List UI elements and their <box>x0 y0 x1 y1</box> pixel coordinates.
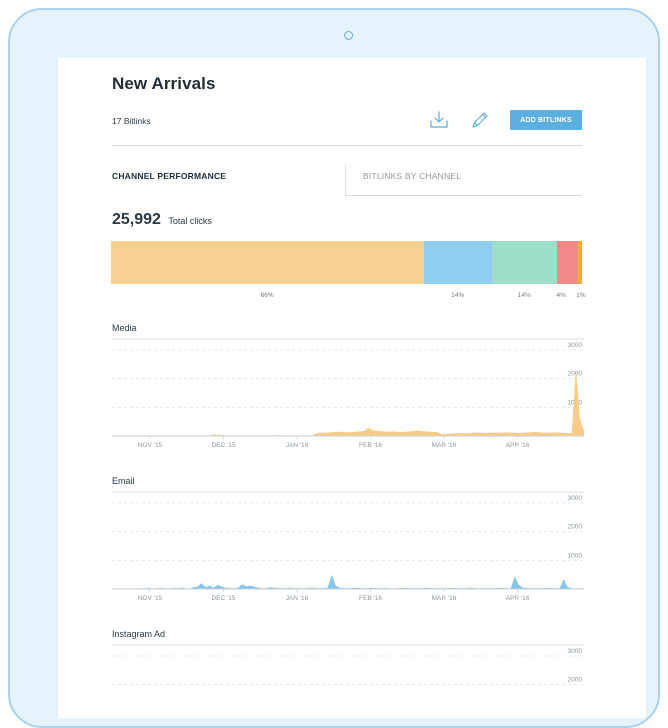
distribution-percent-label: 14% <box>517 292 531 299</box>
distribution-segment[interactable] <box>492 241 558 284</box>
y-tick-label: 2000 <box>568 371 583 378</box>
y-tick-label: 2000 <box>568 677 583 684</box>
distribution-segment[interactable] <box>557 241 578 284</box>
tab-channel-performance[interactable]: CHANNEL PERFORMANCE <box>112 171 226 181</box>
distribution-percent-label: 66% <box>260 292 274 299</box>
x-tick-label: JAN '16 <box>286 442 309 449</box>
total-clicks-value: 25,992 <box>112 211 161 228</box>
camera-icon <box>344 31 353 40</box>
distribution-percent-label: 14% <box>451 292 465 299</box>
download-icon <box>430 111 448 128</box>
media-chart: 100020003000NOV '15DEC '15JAN '16FEB '16… <box>112 338 584 449</box>
tab-separator <box>345 165 346 196</box>
distribution-segment[interactable] <box>577 241 582 284</box>
x-tick-label: APR '16 <box>506 442 530 449</box>
email-chart: 1000 2000 3000 NOV '15 DEC '15 JAN '16 FEB '16… <box>112 491 584 602</box>
distribution-percent-label: 4% <box>556 292 566 299</box>
x-tick-label: APR '16 <box>506 595 530 602</box>
x-tick-label: FEB '16 <box>359 442 382 449</box>
total-clicks: 25,992 Total clicks <box>112 211 212 229</box>
x-tick-label: NOV '15 <box>138 442 163 449</box>
chart-title-media: Media <box>112 323 137 333</box>
distribution-percent-label: 1% <box>576 292 586 299</box>
y-tick-label: 3000 <box>568 342 583 349</box>
x-tick-label: FEB '16 <box>359 595 382 602</box>
download-button[interactable] <box>428 109 450 131</box>
tab-bitlinks-by-channel[interactable]: BITLINKS BY CHANNEL <box>363 171 461 181</box>
total-clicks-label: Total clicks <box>168 216 212 226</box>
instagram-ad-chart: 2000 3000 <box>112 644 584 686</box>
x-tick-label: NOV '15 <box>138 595 163 602</box>
y-tick-label: 3000 <box>568 648 583 655</box>
x-tick-label: DEC '15 <box>211 595 235 602</box>
x-tick-label: MAR '16 <box>432 595 457 602</box>
x-tick-label: JAN '16 <box>286 595 309 602</box>
header-divider <box>112 145 582 146</box>
y-tick-label: 2000 <box>568 524 583 531</box>
screen: New Arrivals 17 Bitlinks ADD BITLINKS CH… <box>58 58 646 718</box>
tablet-frame: New Arrivals 17 Bitlinks ADD BITLINKS CH… <box>8 8 660 728</box>
add-bitlinks-button[interactable]: ADD BITLINKS <box>510 110 582 130</box>
channel-distribution-bar <box>111 241 582 284</box>
pencil-icon <box>472 112 488 128</box>
distribution-segment[interactable] <box>424 241 493 284</box>
series-area <box>112 574 584 589</box>
y-tick-label: 3000 <box>568 495 583 502</box>
bitlinks-count: 17 Bitlinks <box>112 116 151 126</box>
page-title: New Arrivals <box>112 74 216 93</box>
chart-title-email: Email <box>112 476 135 486</box>
distribution-segment[interactable] <box>111 241 425 284</box>
tab-underline <box>346 195 582 196</box>
x-tick-label: DEC '15 <box>211 442 235 449</box>
chart-title-instagram-ad: Instagram Ad <box>112 629 166 639</box>
y-tick-label: 1000 <box>568 552 583 559</box>
x-tick-label: MAR '16 <box>432 442 457 449</box>
edit-button[interactable] <box>469 109 491 131</box>
comparison-area <box>112 394 584 436</box>
